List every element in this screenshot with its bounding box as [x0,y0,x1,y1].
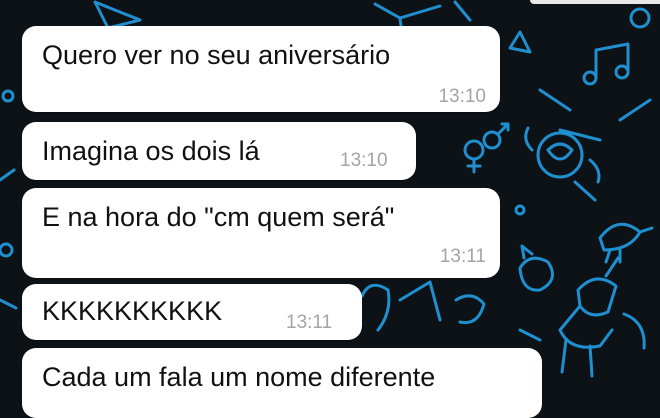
message-bubble[interactable]: Cada um fala um nome diferente [22,348,542,418]
message-text: Quero ver no seu aniversário [42,40,391,70]
rose-icon [524,126,601,202]
left-doodles [0,168,18,310]
message-text: E na hora do "cm quem será" [42,202,395,232]
message-text: Cada um fala um nome diferente [42,362,436,392]
message-bubble[interactable]: KKKKKKKKKK 13:11 [22,284,362,340]
message-text: Imagina os dois lá [42,136,260,166]
bird-icon [598,222,654,264]
gender-symbols-icon [463,122,510,174]
cat-icon [518,244,554,292]
message-time: 13:11 [286,312,333,333]
previous-bubble-edge [530,0,660,4]
message-text: KKKKKKKKKK [42,296,223,326]
message-time: 13:10 [438,86,486,107]
message-bubble[interactable]: E na hora do "cm quem será" 13:11 [22,188,500,278]
message-bubble[interactable]: Quero ver no seu aniversário 13:10 [22,26,500,112]
music-note-icon [582,42,630,86]
message-time: 13:10 [340,150,388,171]
unicorn-icon [558,256,646,378]
message-time: 13:11 [439,246,486,267]
message-bubble[interactable]: Imagina os dois lá 13:10 [22,122,416,180]
